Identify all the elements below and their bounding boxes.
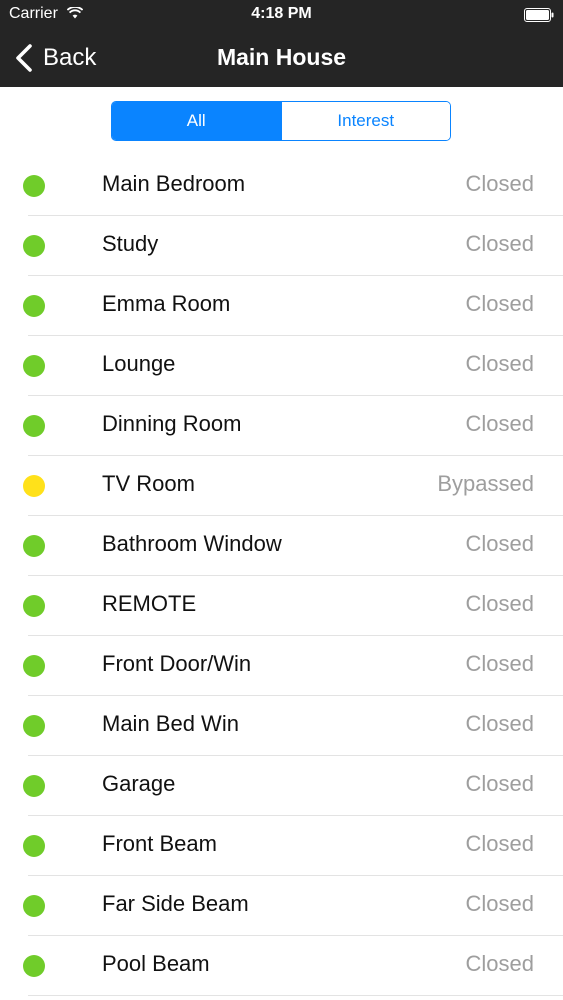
list-item[interactable]: Front Beam Closed <box>23 816 563 876</box>
filter-segmented-control: All Interest <box>111 101 451 141</box>
zone-name: Study <box>102 231 159 256</box>
list-item[interactable]: Dinning Room Closed <box>23 396 563 456</box>
zone-list: Main Bedroom Closed Study Closed Emma Ro… <box>0 156 563 996</box>
zone-name: Pool Beam <box>102 951 210 976</box>
navigation-bar: Back Main House <box>0 30 563 87</box>
list-item[interactable]: Lounge Closed <box>23 336 563 396</box>
status-indicator-dot <box>23 295 45 317</box>
zone-status: Closed <box>465 711 534 736</box>
zone-name: Emma Room <box>102 291 231 316</box>
zone-status: Closed <box>465 351 534 376</box>
segment-all[interactable]: All <box>112 102 281 140</box>
zone-status: Closed <box>465 291 534 316</box>
status-indicator-dot <box>23 715 45 737</box>
zone-name: Front Beam <box>102 831 217 856</box>
status-indicator-dot <box>23 175 45 197</box>
status-indicator-dot <box>23 475 45 497</box>
list-item[interactable]: Front Door/Win Closed <box>23 636 563 696</box>
status-indicator-dot <box>23 535 45 557</box>
list-item[interactable]: Far Side Beam Closed <box>23 876 563 936</box>
zone-status: Bypassed <box>437 471 534 496</box>
zone-name: Garage <box>102 771 176 796</box>
zone-status: Closed <box>465 531 534 556</box>
zone-status: Closed <box>465 891 534 916</box>
zone-name: Front Door/Win <box>102 651 252 676</box>
list-item[interactable]: REMOTE Closed <box>23 576 563 636</box>
status-indicator-dot <box>23 595 45 617</box>
zone-name: Dinning Room <box>102 411 242 436</box>
zone-status: Closed <box>465 951 534 976</box>
list-item[interactable]: Main Bed Win Closed <box>23 696 563 756</box>
zone-status: Closed <box>465 651 534 676</box>
page-title: Main House <box>216 44 347 70</box>
list-item[interactable]: Bathroom Window Closed <box>23 516 563 576</box>
zone-status: Closed <box>465 171 534 196</box>
segment-interest[interactable]: Interest <box>280 102 450 140</box>
status-indicator-dot <box>23 235 45 257</box>
list-item[interactable]: Main Bedroom Closed <box>23 156 563 216</box>
list-item[interactable]: TV Room Bypassed <box>23 456 563 516</box>
list-item[interactable]: Pool Beam Closed <box>23 936 563 996</box>
zone-name: REMOTE <box>102 591 197 616</box>
zone-name: Lounge <box>102 351 176 376</box>
status-indicator-dot <box>23 775 45 797</box>
top-bar: Carrier 4:18 PM Back Main House <box>0 0 563 87</box>
status-indicator-dot <box>23 835 45 857</box>
status-indicator-dot <box>23 895 45 917</box>
zone-status: Closed <box>465 411 534 436</box>
status-bar: Carrier 4:18 PM <box>0 0 563 30</box>
zone-status: Closed <box>465 231 534 256</box>
battery-icon <box>524 8 554 22</box>
zone-status: Closed <box>465 771 534 796</box>
zone-name: Bathroom Window <box>102 531 282 556</box>
list-item[interactable]: Garage Closed <box>23 756 563 816</box>
list-item[interactable]: Study Closed <box>23 216 563 276</box>
status-indicator-dot <box>23 355 45 377</box>
zone-status: Closed <box>465 591 534 616</box>
zone-status: Closed <box>465 831 534 856</box>
zone-name: Main Bed Win <box>102 711 239 736</box>
status-indicator-dot <box>23 655 45 677</box>
list-item[interactable]: Emma Room Closed <box>23 276 563 336</box>
zone-name: Main Bedroom <box>102 171 246 196</box>
status-time: 4:18 PM <box>251 5 312 22</box>
status-indicator-dot <box>23 415 45 437</box>
status-indicator-dot <box>23 955 45 977</box>
zone-name: TV Room <box>102 471 195 496</box>
zone-name: Far Side Beam <box>102 891 249 916</box>
